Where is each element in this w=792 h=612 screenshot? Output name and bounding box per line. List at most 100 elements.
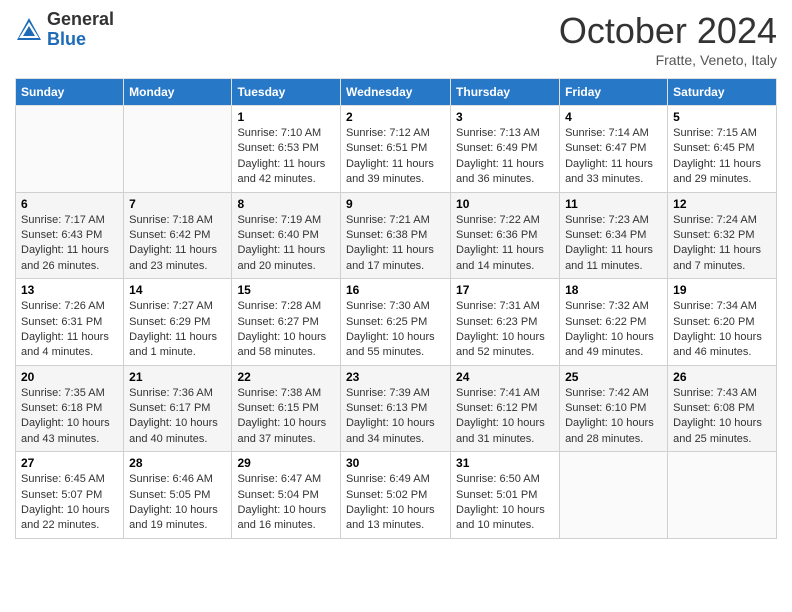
calendar-cell: 17 Sunrise: 7:31 AM Sunset: 6:23 PM Dayli… — [451, 279, 560, 366]
month-title: October 2024 — [559, 10, 777, 52]
day-number: 2 — [346, 110, 445, 124]
day-number: 11 — [565, 197, 662, 211]
calendar-cell: 3Sunrise: 7:13 AM Sunset: 6:49 PM Daylig… — [451, 106, 560, 193]
calendar-cell: 2 Sunrise: 7:12 AM Sunset: 6:51 PM Daylig… — [340, 106, 450, 193]
calendar-table: SundayMondayTuesdayWednesdayThursdayFrid… — [15, 78, 777, 539]
day-number: 1 — [237, 110, 335, 124]
cell-content: Sunrise: 7:43 AM Sunset: 6:08 PM Dayligh… — [673, 386, 771, 448]
calendar-cell: 7Sunrise: 7:18 AM Sunset: 6:42 PM Daylig… — [124, 192, 232, 279]
cell-content: Sunrise: 6:50 AM Sunset: 5:01 PM Dayligh… — [456, 472, 554, 534]
day-number: 30 — [346, 456, 445, 470]
day-number: 21 — [129, 370, 226, 384]
cell-content: Sunrise: 6:49 AM Sunset: 5:02 PM Dayligh… — [346, 472, 445, 534]
logo-icon — [15, 16, 43, 44]
calendar-cell: 27 Sunrise: 6:45 AM Sunset: 5:07 PM Dayli… — [16, 452, 124, 539]
day-number: 18 — [565, 283, 662, 297]
cell-content: Sunrise: 7:32 AM Sunset: 6:22 PM Dayligh… — [565, 299, 662, 361]
day-number: 31 — [456, 456, 554, 470]
cell-content: Sunrise: 6:45 AM Sunset: 5:07 PM Dayligh… — [21, 472, 118, 534]
col-header-wednesday: Wednesday — [340, 79, 450, 106]
cell-content: Sunrise: 7:24 AM Sunset: 6:32 PM Dayligh… — [673, 213, 771, 275]
calendar-cell — [124, 106, 232, 193]
calendar-cell: 29 Sunrise: 6:47 AM Sunset: 5:04 PM Dayli… — [232, 452, 341, 539]
calendar-cell: 25Sunrise: 7:42 AM Sunset: 6:10 PM Dayli… — [560, 365, 668, 452]
day-number: 14 — [129, 283, 226, 297]
day-number: 20 — [21, 370, 118, 384]
cell-content: Sunrise: 7:41 AM Sunset: 6:12 PM Dayligh… — [456, 386, 554, 448]
week-row-2: 6Sunrise: 7:17 AM Sunset: 6:43 PM Daylig… — [16, 192, 777, 279]
day-number: 17 — [456, 283, 554, 297]
logo-blue: Blue — [47, 30, 114, 50]
cell-content: Sunrise: 7:23 AM Sunset: 6:34 PM Dayligh… — [565, 213, 662, 275]
day-number: 12 — [673, 197, 771, 211]
calendar-cell — [16, 106, 124, 193]
calendar-cell: 23 Sunrise: 7:39 AM Sunset: 6:13 PM Dayli… — [340, 365, 450, 452]
week-row-3: 13Sunrise: 7:26 AM Sunset: 6:31 PM Dayli… — [16, 279, 777, 366]
day-number: 23 — [346, 370, 445, 384]
day-number: 19 — [673, 283, 771, 297]
week-row-5: 27 Sunrise: 6:45 AM Sunset: 5:07 PM Dayli… — [16, 452, 777, 539]
col-header-sunday: Sunday — [16, 79, 124, 106]
cell-content: Sunrise: 7:14 AM Sunset: 6:47 PM Dayligh… — [565, 126, 662, 188]
cell-content: Sunrise: 7:15 AM Sunset: 6:45 PM Dayligh… — [673, 126, 771, 188]
calendar-cell: 20Sunrise: 7:35 AM Sunset: 6:18 PM Dayli… — [16, 365, 124, 452]
cell-content: Sunrise: 6:46 AM Sunset: 5:05 PM Dayligh… — [129, 472, 226, 534]
cell-content: Sunrise: 7:38 AM Sunset: 6:15 PM Dayligh… — [237, 386, 335, 448]
cell-content: Sunrise: 7:27 AM Sunset: 6:29 PM Dayligh… — [129, 299, 226, 361]
cell-content: Sunrise: 7:19 AM Sunset: 6:40 PM Dayligh… — [237, 213, 335, 275]
calendar-cell — [560, 452, 668, 539]
location-subtitle: Fratte, Veneto, Italy — [559, 52, 777, 68]
day-number: 28 — [129, 456, 226, 470]
calendar-cell: 13Sunrise: 7:26 AM Sunset: 6:31 PM Dayli… — [16, 279, 124, 366]
calendar-cell: 15 Sunrise: 7:28 AM Sunset: 6:27 PM Dayli… — [232, 279, 341, 366]
calendar-cell: 19 Sunrise: 7:34 AM Sunset: 6:20 PM Dayli… — [668, 279, 777, 366]
logo-text: General Blue — [47, 10, 114, 50]
logo-general: General — [47, 10, 114, 30]
cell-content: Sunrise: 7:34 AM Sunset: 6:20 PM Dayligh… — [673, 299, 771, 361]
day-number: 13 — [21, 283, 118, 297]
day-number: 10 — [456, 197, 554, 211]
day-number: 5 — [673, 110, 771, 124]
day-number: 26 — [673, 370, 771, 384]
page-header: General Blue October 2024 Fratte, Veneto… — [15, 10, 777, 68]
week-row-1: 1 Sunrise: 7:10 AM Sunset: 6:53 PM Daylig… — [16, 106, 777, 193]
logo: General Blue — [15, 10, 114, 50]
calendar-cell: 1 Sunrise: 7:10 AM Sunset: 6:53 PM Daylig… — [232, 106, 341, 193]
cell-content: Sunrise: 7:21 AM Sunset: 6:38 PM Dayligh… — [346, 213, 445, 275]
calendar-cell: 26 Sunrise: 7:43 AM Sunset: 6:08 PM Dayli… — [668, 365, 777, 452]
col-header-tuesday: Tuesday — [232, 79, 341, 106]
day-number: 22 — [237, 370, 335, 384]
day-number: 9 — [346, 197, 445, 211]
col-header-thursday: Thursday — [451, 79, 560, 106]
calendar-cell: 18 Sunrise: 7:32 AM Sunset: 6:22 PM Dayli… — [560, 279, 668, 366]
cell-content: Sunrise: 7:12 AM Sunset: 6:51 PM Dayligh… — [346, 126, 445, 188]
cell-content: Sunrise: 7:31 AM Sunset: 6:23 PM Dayligh… — [456, 299, 554, 361]
cell-content: Sunrise: 7:10 AM Sunset: 6:53 PM Dayligh… — [237, 126, 335, 188]
day-number: 29 — [237, 456, 335, 470]
title-block: October 2024 Fratte, Veneto, Italy — [559, 10, 777, 68]
day-number: 4 — [565, 110, 662, 124]
calendar-cell: 10 Sunrise: 7:22 AM Sunset: 6:36 PM Dayli… — [451, 192, 560, 279]
calendar-cell: 11 Sunrise: 7:23 AM Sunset: 6:34 PM Dayli… — [560, 192, 668, 279]
calendar-cell — [668, 452, 777, 539]
day-number: 25 — [565, 370, 662, 384]
calendar-cell: 16Sunrise: 7:30 AM Sunset: 6:25 PM Dayli… — [340, 279, 450, 366]
cell-content: Sunrise: 7:28 AM Sunset: 6:27 PM Dayligh… — [237, 299, 335, 361]
calendar-cell: 4 Sunrise: 7:14 AM Sunset: 6:47 PM Daylig… — [560, 106, 668, 193]
calendar-cell: 9 Sunrise: 7:21 AM Sunset: 6:38 PM Daylig… — [340, 192, 450, 279]
day-number: 3 — [456, 110, 554, 124]
calendar-cell: 28 Sunrise: 6:46 AM Sunset: 5:05 PM Dayli… — [124, 452, 232, 539]
calendar-cell: 30 Sunrise: 6:49 AM Sunset: 5:02 PM Dayli… — [340, 452, 450, 539]
cell-content: Sunrise: 6:47 AM Sunset: 5:04 PM Dayligh… — [237, 472, 335, 534]
day-number: 16 — [346, 283, 445, 297]
cell-content: Sunrise: 7:39 AM Sunset: 6:13 PM Dayligh… — [346, 386, 445, 448]
day-number: 6 — [21, 197, 118, 211]
week-row-4: 20Sunrise: 7:35 AM Sunset: 6:18 PM Dayli… — [16, 365, 777, 452]
day-number: 15 — [237, 283, 335, 297]
day-number: 27 — [21, 456, 118, 470]
calendar-cell: 6Sunrise: 7:17 AM Sunset: 6:43 PM Daylig… — [16, 192, 124, 279]
col-header-saturday: Saturday — [668, 79, 777, 106]
cell-content: Sunrise: 7:22 AM Sunset: 6:36 PM Dayligh… — [456, 213, 554, 275]
day-number: 24 — [456, 370, 554, 384]
day-number: 8 — [237, 197, 335, 211]
